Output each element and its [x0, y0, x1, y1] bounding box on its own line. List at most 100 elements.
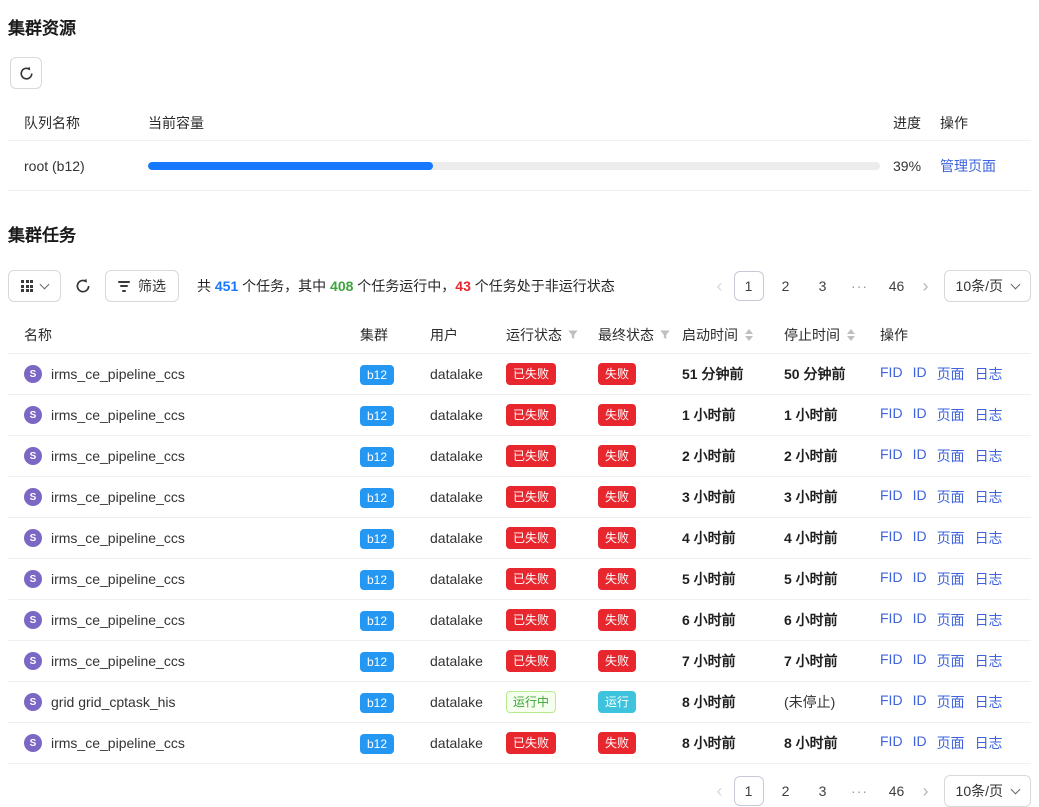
- page-button-1[interactable]: 1: [734, 271, 764, 301]
- task-name-cell: S irms_ce_pipeline_ccs: [8, 406, 360, 424]
- action-log-link[interactable]: 日志: [975, 528, 1003, 548]
- page-button-3[interactable]: 3: [808, 776, 838, 806]
- final-status-cell: 失败: [598, 445, 682, 467]
- run-status-badge: 已失败: [506, 404, 556, 426]
- action-log-link[interactable]: 日志: [975, 569, 1003, 589]
- action-page-link[interactable]: 页面: [937, 692, 965, 712]
- refresh-icon: [19, 66, 34, 81]
- task-name: irms_ce_pipeline_ccs: [51, 366, 185, 382]
- task-row: S irms_ce_pipeline_ccs b12 datalake 已失败 …: [8, 436, 1031, 477]
- run-status-cell: 已失败: [506, 527, 598, 549]
- action-log-link[interactable]: 日志: [975, 487, 1003, 507]
- task-name-cell: S grid grid_cptask_his: [8, 693, 360, 711]
- task-name: grid grid_cptask_his: [51, 694, 176, 710]
- start-time: 7 小时前: [682, 651, 784, 671]
- filter-button[interactable]: 筛选: [105, 270, 179, 302]
- action-id-link[interactable]: ID: [913, 487, 927, 507]
- action-fid-link[interactable]: FID: [880, 364, 903, 384]
- final-status-badge: 失败: [598, 486, 636, 508]
- page-button-ellipsis[interactable]: ···: [845, 271, 875, 301]
- action-log-link[interactable]: 日志: [975, 692, 1003, 712]
- action-fid-link[interactable]: FID: [880, 446, 903, 466]
- page-button-46[interactable]: 46: [882, 271, 912, 301]
- action-page-link[interactable]: 页面: [937, 446, 965, 466]
- action-fid-link[interactable]: FID: [880, 610, 903, 630]
- task-name: irms_ce_pipeline_ccs: [51, 612, 185, 628]
- action-fid-link[interactable]: FID: [880, 569, 903, 589]
- summary-text: 个任务处于非运行状态: [471, 278, 615, 294]
- action-page-link[interactable]: 页面: [937, 405, 965, 425]
- action-log-link[interactable]: 日志: [975, 446, 1003, 466]
- manage-page-link[interactable]: 管理页面: [940, 158, 996, 174]
- sort-icon[interactable]: [745, 329, 753, 341]
- action-fid-link[interactable]: FID: [880, 651, 903, 671]
- resources-refresh-button[interactable]: [10, 57, 42, 89]
- action-id-link[interactable]: ID: [913, 692, 927, 712]
- tasks-refresh-button[interactable]: [69, 276, 97, 296]
- final-status-badge: 失败: [598, 445, 636, 467]
- page-button-2[interactable]: 2: [771, 776, 801, 806]
- action-page-link[interactable]: 页面: [937, 528, 965, 548]
- spark-avatar-icon: S: [24, 529, 42, 547]
- action-log-link[interactable]: 日志: [975, 651, 1003, 671]
- action-log-link[interactable]: 日志: [975, 364, 1003, 384]
- action-fid-link[interactable]: FID: [880, 487, 903, 507]
- layout-dropdown-button[interactable]: [8, 270, 61, 302]
- page-size-select[interactable]: 10条/页: [944, 270, 1031, 302]
- page-button-3[interactable]: 3: [808, 271, 838, 301]
- bottom-bar: ‹ 123···46 › 10条/页: [8, 775, 1031, 807]
- cluster-cell: b12: [360, 448, 430, 464]
- action-fid-link[interactable]: FID: [880, 733, 903, 753]
- queue-name: root (b12): [8, 158, 148, 174]
- run-status-badge: 已失败: [506, 445, 556, 467]
- summary-text: 共: [197, 278, 215, 294]
- action-id-link[interactable]: ID: [913, 651, 927, 671]
- page-size-select[interactable]: 10条/页: [944, 775, 1031, 807]
- action-page-link[interactable]: 页面: [937, 569, 965, 589]
- spark-avatar-icon: S: [24, 447, 42, 465]
- task-name: irms_ce_pipeline_ccs: [51, 653, 185, 669]
- action-page-link[interactable]: 页面: [937, 364, 965, 384]
- final-status-cell: 失败: [598, 404, 682, 426]
- action-page-link[interactable]: 页面: [937, 651, 965, 671]
- page-button-1[interactable]: 1: [734, 776, 764, 806]
- action-id-link[interactable]: ID: [913, 733, 927, 753]
- action-id-link[interactable]: ID: [913, 610, 927, 630]
- action-id-link[interactable]: ID: [913, 405, 927, 425]
- sort-icon[interactable]: [847, 329, 855, 341]
- action-id-link[interactable]: ID: [913, 528, 927, 548]
- col-final-status: 最终状态: [598, 325, 682, 345]
- final-status-cell: 失败: [598, 732, 682, 754]
- page-button-46[interactable]: 46: [882, 776, 912, 806]
- prev-page-icon[interactable]: ‹: [713, 277, 727, 295]
- prev-page-icon[interactable]: ‹: [713, 782, 727, 800]
- user-cell: datalake: [430, 735, 506, 751]
- action-id-link[interactable]: ID: [913, 364, 927, 384]
- filter-funnel-icon[interactable]: [659, 329, 671, 341]
- action-page-link[interactable]: 页面: [937, 610, 965, 630]
- action-fid-link[interactable]: FID: [880, 405, 903, 425]
- action-log-link[interactable]: 日志: [975, 733, 1003, 753]
- col-label: 停止时间: [784, 325, 840, 345]
- next-page-icon[interactable]: ›: [919, 277, 933, 295]
- cluster-tag: b12: [360, 488, 394, 508]
- action-fid-link[interactable]: FID: [880, 528, 903, 548]
- resources-table-body: root (b12) 39% 管理页面: [8, 141, 1031, 191]
- action-page-link[interactable]: 页面: [937, 487, 965, 507]
- next-page-icon[interactable]: ›: [919, 782, 933, 800]
- action-fid-link[interactable]: FID: [880, 692, 903, 712]
- action-page-link[interactable]: 页面: [937, 733, 965, 753]
- stop-time: 3 小时前: [784, 487, 880, 507]
- task-actions: FID ID 页面日志: [880, 651, 1031, 671]
- filter-funnel-icon[interactable]: [567, 329, 579, 341]
- page-button-2[interactable]: 2: [771, 271, 801, 301]
- summary-text: 个任务运行中，: [353, 278, 455, 294]
- action-id-link[interactable]: ID: [913, 446, 927, 466]
- page-button-ellipsis[interactable]: ···: [845, 776, 875, 806]
- action-log-link[interactable]: 日志: [975, 610, 1003, 630]
- col-start-time: 启动时间: [682, 325, 784, 345]
- action-id-link[interactable]: ID: [913, 569, 927, 589]
- action-log-link[interactable]: 日志: [975, 405, 1003, 425]
- tasks-table-body: S irms_ce_pipeline_ccs b12 datalake 已失败 …: [8, 354, 1031, 764]
- run-status-cell: 已失败: [506, 609, 598, 631]
